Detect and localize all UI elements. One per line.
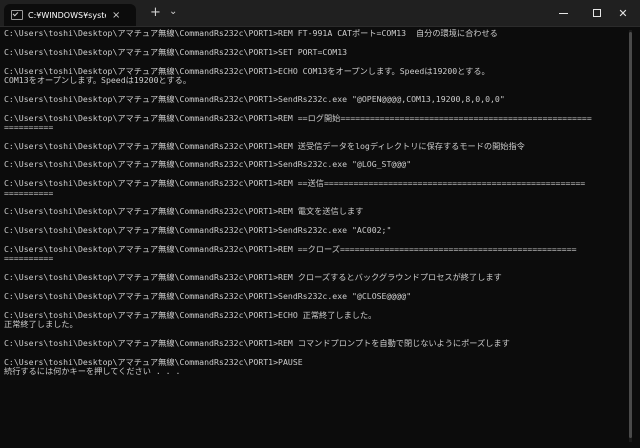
console-line: 正常終了しました。 [4,319,78,330]
close-button[interactable]: ✕ [606,0,640,26]
console-line: C:\Users\toshi\Desktop\アマチュア無線\CommandRs… [4,29,498,38]
maximize-icon [593,9,601,17]
terminal-window: C:¥WINDOWS¥system32¥cmd × + ⌄ ✕ C:\Users… [0,0,640,448]
console-line: C:\Users\toshi\Desktop\アマチュア無線\CommandRs… [4,178,586,189]
console-line: C:\Users\toshi\Desktop\アマチュア無線\CommandRs… [4,243,577,254]
console-line: ========== [4,253,54,264]
terminal-icon [11,10,23,20]
close-icon: ✕ [618,6,628,20]
tab-close-icon[interactable]: × [112,10,120,21]
console-line: C:\Users\toshi\Desktop\アマチュア無線\CommandRs… [4,112,592,123]
console-line: C:\Users\toshi\Desktop\アマチュア無線\CommandRs… [4,225,392,236]
console-line: C:\Users\toshi\Desktop\アマチュア無線\CommandRs… [4,337,510,348]
chevron-down-icon[interactable]: ⌄ [169,6,177,17]
tab-cmd[interactable]: C:¥WINDOWS¥system32¥cmd × [4,4,136,26]
console-line: COM13をオープンします。Speedは19200とする。 [4,74,192,85]
console-line: C:\Users\toshi\Desktop\アマチュア無線\CommandRs… [4,206,364,217]
console-line: C:\Users\toshi\Desktop\アマチュア無線\CommandRs… [4,140,525,151]
scrollbar-thumb[interactable] [629,32,632,438]
minimize-icon [558,12,568,14]
console-line: C:\Users\toshi\Desktop\アマチュア無線\CommandRs… [4,290,412,301]
console-line: C:\Users\toshi\Desktop\アマチュア無線\CommandRs… [4,159,412,170]
console-line: C:\Users\toshi\Desktop\アマチュア無線\CommandRs… [4,272,502,283]
console-output[interactable]: C:\Users\toshi\Desktop\アマチュア無線\CommandRs… [4,29,624,443]
console-line: C:\Users\toshi\Desktop\アマチュア無線\CommandRs… [4,309,377,320]
console-line: ========== [4,121,54,132]
title-bar: C:¥WINDOWS¥system32¥cmd × + ⌄ ✕ [0,0,640,27]
scrollbar[interactable] [629,30,632,442]
console-line: C:\Users\toshi\Desktop\アマチュア無線\CommandRs… [4,93,505,104]
console-line: C:\Users\toshi\Desktop\アマチュア無線\CommandRs… [4,46,348,57]
minimize-button[interactable] [546,0,580,26]
new-tab-icon[interactable]: + [150,5,161,20]
console-line: ========== [4,187,54,198]
tab-title: C:¥WINDOWS¥system32¥cmd [28,10,106,20]
console-line: 続行するには何かキーを押してください . . . [4,366,181,377]
